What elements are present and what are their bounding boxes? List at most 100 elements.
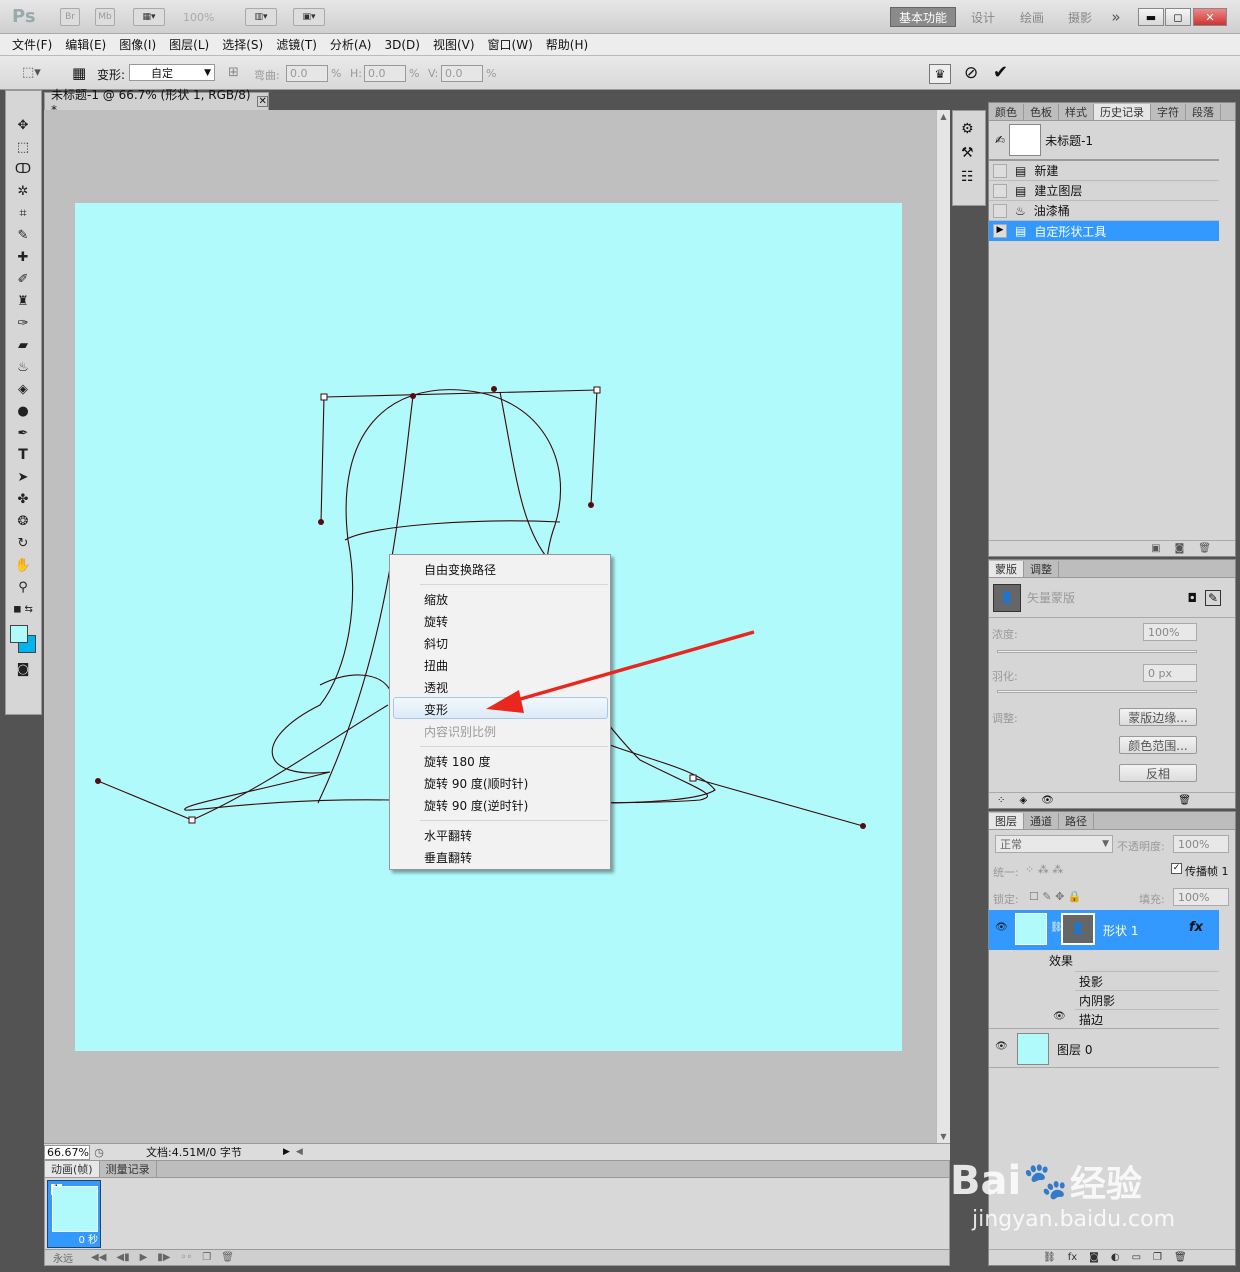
vector-mask-icon[interactable]: ✎	[1204, 589, 1221, 606]
paw-icon: 🐾	[1023, 1161, 1069, 1202]
visibility-eye-icon[interactable]: 👁	[995, 1041, 1008, 1052]
tab-masks[interactable]: 蒙版	[989, 561, 1024, 577]
tab-character[interactable]: 字符	[1151, 104, 1186, 120]
baidu-watermark: Bai 🐾 经验 jingyan.baidu.com	[950, 1155, 1230, 1265]
tab-layers[interactable]: 图层	[989, 813, 1024, 829]
zoom-field[interactable]: 66.67%	[44, 1144, 90, 1160]
snapshot-name: 未标题-1	[1045, 133, 1094, 148]
clone-source-icon[interactable]: ⚒	[961, 145, 985, 161]
status-menu-icon[interactable]: ▶	[283, 1147, 290, 1157]
history-item[interactable]: ♨ 油漆桶	[989, 201, 1219, 221]
fx-icon[interactable]: fx	[1189, 920, 1203, 935]
history-step-icon: ▤	[1015, 163, 1027, 178]
lock-icons[interactable]: ☐ ✎ ✥ 🔒	[1029, 890, 1081, 903]
density-slider[interactable]	[997, 650, 1197, 653]
layer-row[interactable]: 👁 图层 0	[989, 1028, 1219, 1068]
watermark-brand-suffix: 经验	[1070, 1164, 1143, 1205]
play-icon[interactable]: ▶	[140, 1252, 148, 1263]
fill-input[interactable]: 100%	[1173, 888, 1229, 906]
first-frame-icon[interactable]: ◀◀	[91, 1252, 106, 1263]
history-source-checkbox[interactable]	[993, 203, 1007, 218]
history-item-label: 油漆桶	[1033, 204, 1070, 218]
tab-styles[interactable]: 样式	[1059, 104, 1094, 120]
scroll-down-icon[interactable]: ▼	[937, 1132, 950, 1141]
new-document-from-state-icon[interactable]: ▣	[1151, 543, 1160, 554]
load-selection-icon[interactable]: ⁘	[997, 795, 1005, 806]
unify-label: 统一:	[993, 866, 1019, 879]
opacity-input[interactable]: 100%	[1173, 835, 1229, 853]
prev-frame-icon[interactable]: ◀▮	[116, 1252, 129, 1263]
tool-presets-icon[interactable]: ☷	[961, 169, 985, 185]
effects-label[interactable]: 效果	[1049, 952, 1073, 969]
history-item-label: 新建	[1034, 164, 1059, 178]
tab-paragraph[interactable]: 段落	[1186, 104, 1221, 120]
effect-inner-shadow[interactable]: 内阴影	[1075, 990, 1219, 1009]
effect-visibility-eye-icon[interactable]: 👁	[1053, 1011, 1066, 1022]
tab-animation[interactable]: 动画(帧)	[45, 1161, 100, 1177]
vector-mask-thumbnail-icon: 👤	[993, 583, 1021, 612]
pixel-mask-icon[interactable]: ◘	[1187, 591, 1197, 605]
create-snapshot-icon[interactable]: ◙	[1175, 543, 1185, 554]
status-options-icon[interactable]: ◷	[90, 1146, 108, 1159]
history-snapshot[interactable]: ✍ 未标题-1	[989, 121, 1219, 161]
vertical-scrollbar[interactable]: ▲ ▼	[936, 110, 950, 1143]
watermark-brand: Bai	[950, 1158, 1022, 1204]
loop-select[interactable]: 永远	[53, 1250, 73, 1265]
unify-icons[interactable]: ⁘ ⁂ ⁂	[1025, 863, 1063, 876]
effect-stroke[interactable]: 描边	[1075, 1009, 1219, 1028]
eye-icon[interactable]: 👁	[1041, 795, 1054, 806]
mask-title: 矢量蒙版	[1027, 591, 1076, 605]
tab-channels[interactable]: 通道	[1024, 813, 1059, 829]
brush-presets-icon[interactable]: ⚙	[961, 121, 985, 137]
history-item[interactable]: ▤ 新建	[989, 161, 1219, 181]
animation-panel: 动画(帧) 测量记录 1 0 秒 永远 ◀◀ ◀▮ ▶ ▮▶ ◦◦ ❐ 🗑	[44, 1160, 950, 1266]
feather-label: 羽化:	[992, 670, 1018, 683]
delete-state-icon[interactable]: 🗑	[1198, 543, 1211, 554]
animation-frame[interactable]: 1 0 秒	[47, 1180, 101, 1248]
mask-edge-button[interactable]: 蒙版边缘...	[1119, 708, 1197, 726]
chevron-down-icon: ▼	[1102, 839, 1109, 849]
tab-paths[interactable]: 路径	[1059, 813, 1094, 829]
layer-row-selected[interactable]: 👁 ⛓ 👤 形状 1 fx	[989, 910, 1219, 950]
propagate-label: 传播帧 1	[1185, 865, 1229, 878]
history-brush-source-icon[interactable]: ✍	[995, 133, 1005, 147]
tab-swatches[interactable]: 色板	[1024, 104, 1059, 120]
delete-frame-icon[interactable]: 🗑	[221, 1252, 234, 1263]
blend-mode-select[interactable]: 正常 ▼	[995, 835, 1113, 853]
adjust-label: 调整:	[992, 712, 1018, 725]
propagate-checkbox[interactable]: ✓	[1171, 863, 1182, 874]
history-item-selected[interactable]: ▶ ▤ 自定形状工具	[989, 221, 1219, 241]
density-input[interactable]: 100%	[1143, 623, 1197, 641]
feather-slider[interactable]	[997, 690, 1197, 693]
history-source-checkbox[interactable]	[993, 163, 1007, 178]
tab-color[interactable]: 颜色	[989, 104, 1024, 120]
blend-mode-value: 正常	[1000, 838, 1022, 851]
tab-measurement-log[interactable]: 测量记录	[100, 1161, 157, 1177]
feather-input[interactable]: 0 px	[1143, 664, 1197, 682]
apply-mask-icon[interactable]: ◈	[1019, 795, 1027, 806]
layer-name[interactable]: 图层 0	[1057, 1041, 1092, 1058]
color-range-button[interactable]: 颜色范围...	[1119, 736, 1197, 754]
duplicate-frame-icon[interactable]: ❐	[202, 1252, 211, 1263]
paint-bucket-icon: ♨	[1015, 203, 1026, 218]
delete-mask-icon[interactable]: 🗑	[1178, 795, 1191, 806]
history-state-arrow-icon[interactable]: ▶	[993, 224, 1007, 238]
watermark-url: jingyan.baidu.com	[972, 1207, 1176, 1232]
history-item[interactable]: ▤ 建立图层	[989, 181, 1219, 201]
collapsed-panel-strip: ⚙ ⚒ ☷	[952, 110, 986, 206]
history-source-checkbox[interactable]	[993, 183, 1007, 198]
layer-name[interactable]: 形状 1	[1103, 922, 1138, 939]
invert-button[interactable]: 反相	[1119, 764, 1197, 782]
history-step-icon: ▤	[1015, 224, 1027, 238]
snapshot-thumbnail	[1009, 124, 1042, 156]
tab-history[interactable]: 历史记录	[1094, 104, 1151, 120]
tween-icon[interactable]: ◦◦	[181, 1252, 193, 1263]
tab-adjustments[interactable]: 调整	[1024, 561, 1059, 577]
next-frame-icon[interactable]: ▮▶	[157, 1252, 170, 1263]
effect-drop-shadow[interactable]: 投影	[1075, 971, 1219, 990]
lock-label: 锁定:	[993, 893, 1019, 906]
visibility-eye-icon[interactable]: 👁	[995, 922, 1008, 933]
scroll-up-icon[interactable]: ▲	[937, 112, 950, 121]
hscroll-left-icon[interactable]: ◀	[296, 1147, 303, 1157]
frame-delay[interactable]: 0 秒	[78, 1231, 98, 1246]
